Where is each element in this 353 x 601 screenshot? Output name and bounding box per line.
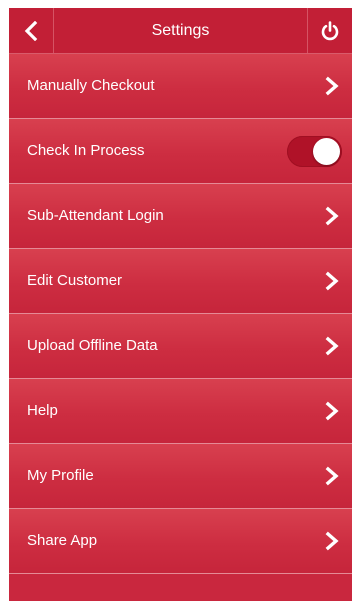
chevron-left-icon — [24, 20, 38, 41]
settings-item-label: Manually Checkout — [27, 77, 155, 94]
settings-item-label: My Profile — [27, 467, 94, 484]
settings-screen: Settings Manually Checkout Check In Proc… — [9, 8, 352, 601]
power-icon — [321, 20, 339, 40]
settings-item-edit-customer[interactable]: Edit Customer — [9, 249, 352, 314]
chevron-right-icon — [325, 206, 339, 226]
nav-bar: Settings — [9, 8, 352, 54]
chevron-right-icon — [325, 271, 339, 291]
toggle-knob — [313, 138, 340, 165]
power-button[interactable] — [307, 8, 352, 53]
chevron-right-icon — [325, 531, 339, 551]
settings-item-sub-attendant-login[interactable]: Sub-Attendant Login — [9, 184, 352, 249]
page-title: Settings — [151, 22, 210, 39]
settings-item-label: Help — [27, 402, 58, 419]
chevron-right-icon — [325, 76, 339, 96]
settings-item-label: Upload Offline Data — [27, 337, 158, 354]
list-end-area — [9, 574, 352, 601]
settings-item-my-profile[interactable]: My Profile — [9, 444, 352, 509]
chevron-right-icon — [325, 401, 339, 421]
settings-item-manually-checkout[interactable]: Manually Checkout — [9, 54, 352, 119]
settings-item-label: Edit Customer — [27, 272, 123, 289]
chevron-right-icon — [325, 336, 339, 356]
settings-item-label: Share App — [27, 532, 98, 549]
settings-item-check-in-process: Check In Process — [9, 119, 352, 184]
settings-list: Manually Checkout Check In Process Sub-A… — [9, 54, 352, 574]
back-button[interactable] — [9, 8, 54, 53]
settings-item-label: Check In Process — [27, 142, 145, 159]
settings-item-label: Sub-Attendant Login — [27, 207, 164, 224]
chevron-right-icon — [325, 466, 339, 486]
settings-item-upload-offline-data[interactable]: Upload Offline Data — [9, 314, 352, 379]
settings-item-share-app[interactable]: Share App — [9, 509, 352, 574]
check-in-process-toggle[interactable] — [287, 136, 342, 167]
settings-item-help[interactable]: Help — [9, 379, 352, 444]
